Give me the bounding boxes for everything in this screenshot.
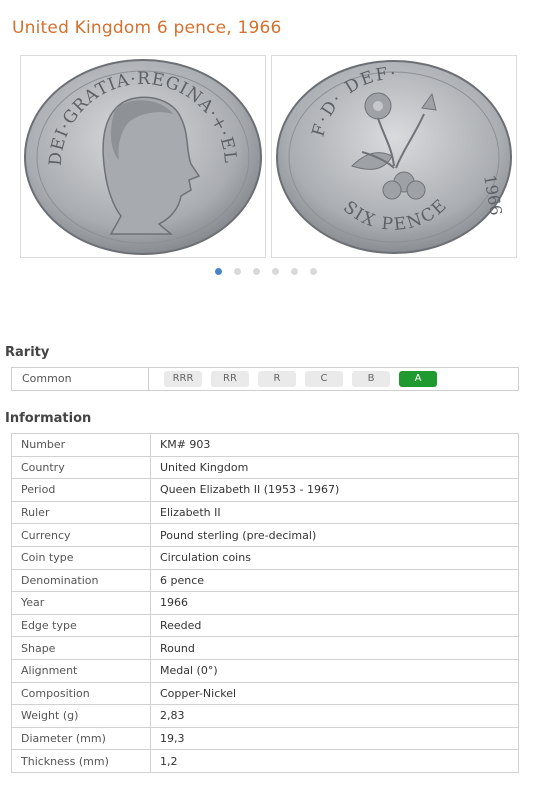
queen-portrait-icon: DEI·GRATIA·REGINA·+·ELIZABETH·II· [21,56,262,255]
row-key: Currency [11,523,151,547]
row-value: 19,3 [150,726,519,751]
carousel-dot[interactable] [291,268,298,275]
coin-image-obverse[interactable]: DEI·GRATIA·REGINA·+·ELIZABETH·II· [20,55,266,258]
row-value: 1,2 [150,749,519,773]
coin-image-reverse[interactable]: F·D· DEF· SIX PENCE 1966 [271,55,517,258]
table-row: Composition Copper-Nickel [11,681,519,706]
information-table: Number KM# 903 Country United Kingdom Period… [11,433,519,773]
carousel-dot[interactable] [272,268,279,275]
table-row: Country United Kingdom [11,455,519,480]
carousel-dot[interactable] [215,268,222,275]
information-heading: Information [5,411,92,426]
row-value: KM# 903 [150,433,519,457]
rarity-level-r: R [258,371,296,387]
row-value: Circulation coins [150,545,519,570]
row-key: Country [11,455,151,480]
row-key: Year [11,591,151,615]
table-row: Alignment Medal (0°) [11,658,519,683]
table-row: Period Queen Elizabeth II (1953 - 1967) [11,478,519,502]
page-title: United Kingdom 6 pence, 1966 [12,18,282,38]
row-value: 6 pence [150,568,519,593]
rarity-level-rrr: RRR [164,371,202,387]
rarity-label: Common [22,372,72,385]
row-key: Shape [11,636,151,660]
carousel-dots [215,268,317,276]
table-row: Number KM# 903 [11,433,519,457]
row-value: Reeded [150,613,519,638]
row-key: Denomination [11,568,151,593]
row-key: Diameter (mm) [11,726,151,751]
rarity-level-rr: RR [211,371,249,387]
divider [148,368,149,390]
row-value: Elizabeth II [150,500,519,525]
rarity-level-a: A [399,371,437,387]
row-key: Composition [11,681,151,706]
table-row: Ruler Elizabeth II [11,500,519,525]
carousel-dot[interactable] [234,268,241,275]
table-row: Weight (g) 2,83 [11,704,519,728]
row-value: Medal (0°) [150,658,519,683]
row-value: Pound sterling (pre-decimal) [150,523,519,547]
row-value: Queen Elizabeth II (1953 - 1967) [150,478,519,502]
table-row: Year 1966 [11,591,519,615]
row-value: Round [150,636,519,660]
floral-emblem-icon: F·D· DEF· SIX PENCE 1966 [276,60,512,254]
table-row: Diameter (mm) 19,3 [11,726,519,751]
table-row: Edge type Reeded [11,613,519,638]
table-row: Denomination 6 pence [11,568,519,593]
row-value: United Kingdom [150,455,519,480]
table-row: Shape Round [11,636,519,660]
rarity-scale: RRR RR R C B A [164,371,437,387]
rarity-level-c: C [305,371,343,387]
table-row: Thickness (mm) 1,2 [11,749,519,773]
row-key: Period [11,478,151,502]
table-row: Coin type Circulation coins [11,545,519,570]
row-value: Copper-Nickel [150,681,519,706]
carousel-dot[interactable] [253,268,260,275]
carousel-dot[interactable] [310,268,317,275]
row-key: Edge type [11,613,151,638]
rarity-heading: Rarity [5,345,50,360]
row-value: 1966 [150,591,519,615]
row-key: Weight (g) [11,704,151,728]
row-key: Number [11,433,151,457]
row-key: Ruler [11,500,151,525]
row-key: Thickness (mm) [11,749,151,773]
rarity-panel: Common RRR RR R C B A [11,367,519,391]
table-row: Currency Pound sterling (pre-decimal) [11,523,519,547]
row-key: Alignment [11,658,151,683]
row-key: Coin type [11,545,151,570]
row-value: 2,83 [150,704,519,728]
rarity-level-b: B [352,371,390,387]
